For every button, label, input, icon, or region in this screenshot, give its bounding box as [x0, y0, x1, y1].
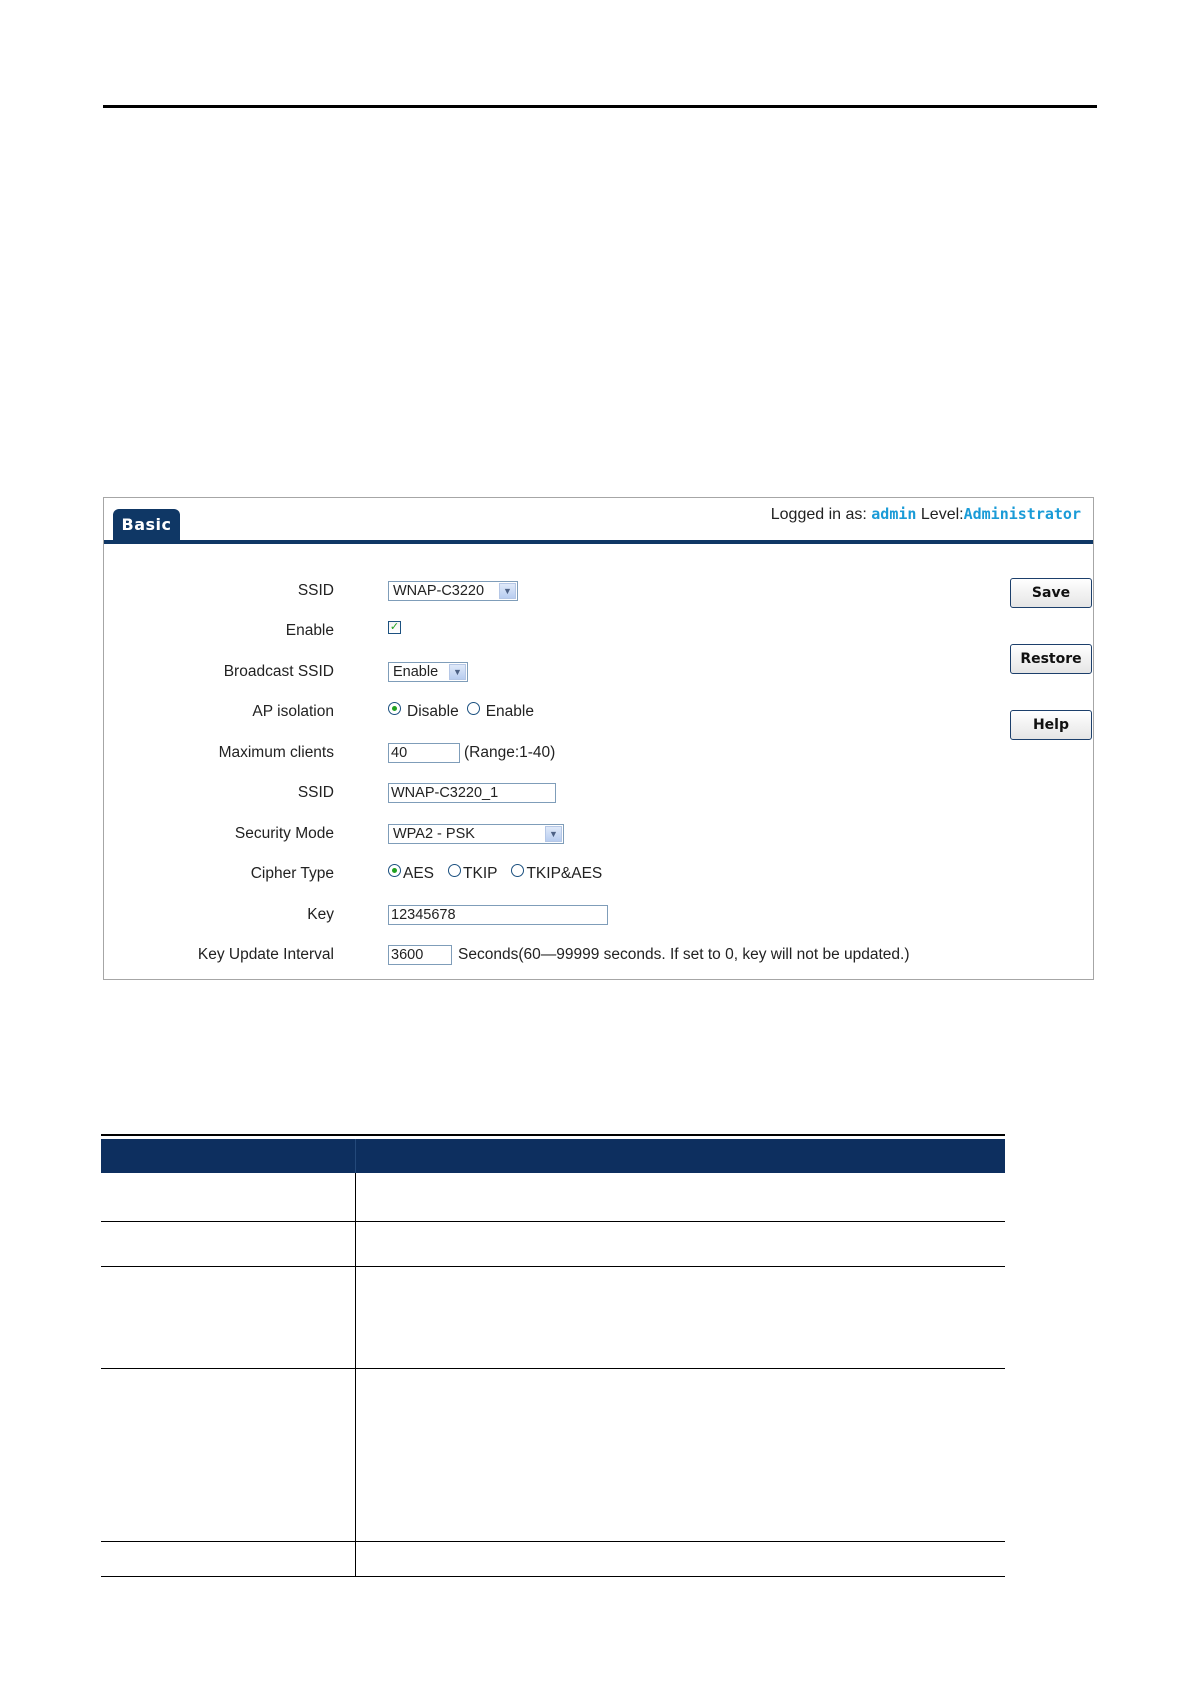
table-row	[101, 1173, 1005, 1222]
cipher-tkip-radio[interactable]	[448, 864, 462, 877]
level-prefix: Level:	[920, 506, 964, 523]
cipher-aes-radio[interactable]	[388, 864, 401, 877]
max-clients-input[interactable]: 40	[388, 743, 460, 763]
basic-settings-panel: Basic Logged in as: admin Level:Administ…	[103, 497, 1094, 980]
ap-isolation-label: AP isolation	[252, 703, 334, 720]
cipher-aes-label: AES	[403, 865, 435, 882]
restore-button[interactable]: Restore	[1010, 644, 1092, 674]
chevron-down-icon: ▼	[449, 664, 466, 680]
broadcast-ssid-value: Enable	[393, 664, 439, 680]
chevron-down-icon: ▼	[545, 826, 562, 842]
broadcast-ssid-select[interactable]: Enable ▼	[388, 662, 468, 682]
table-row	[101, 1267, 1005, 1369]
ap-isolation-enable-radio[interactable]	[466, 702, 480, 715]
security-mode-label: Security Mode	[234, 825, 334, 842]
tab-basic[interactable]: Basic	[113, 509, 180, 542]
ssid-select-label: SSID	[297, 582, 334, 599]
security-mode-value: WPA2 - PSK	[393, 826, 475, 842]
login-level: Administrator	[963, 505, 1081, 523]
key-update-interval-hint: Seconds(60—99999 seconds. If set to 0, k…	[458, 946, 910, 963]
ssid-select-value: WNAP-C3220	[393, 583, 485, 599]
cipher-tkip-label: TKIP	[463, 865, 498, 882]
cipher-type-label: Cipher Type	[250, 865, 334, 882]
broadcast-ssid-label: Broadcast SSID	[223, 663, 334, 680]
key-update-interval-input[interactable]: 3600	[388, 945, 452, 965]
login-prefix: Logged in as:	[770, 506, 867, 523]
enable-checkbox[interactable]: ✓	[388, 620, 401, 634]
table-header	[101, 1139, 1005, 1173]
cipher-tkip-aes-radio[interactable]	[511, 864, 525, 877]
ap-isolation-disable-label: Disable	[407, 703, 459, 720]
table-column-divider	[355, 1173, 356, 1577]
ap-isolation-disable-radio[interactable]	[388, 702, 401, 715]
check-icon: ✓	[389, 620, 400, 633]
max-clients-hint: (Range:1-40)	[464, 744, 556, 761]
table-header-divider	[355, 1139, 356, 1173]
ssid-select[interactable]: WNAP-C3220 ▼	[388, 581, 518, 601]
table-row	[101, 1542, 1005, 1577]
enable-label: Enable	[285, 622, 334, 639]
page-top-rule	[103, 105, 1097, 108]
chevron-down-icon: ▼	[499, 583, 516, 599]
ssid-text-label: SSID	[297, 784, 334, 801]
table-row	[101, 1222, 1005, 1267]
max-clients-label: Maximum clients	[218, 744, 334, 761]
table-row	[101, 1369, 1005, 1542]
key-label: Key	[307, 906, 334, 923]
tab-underline	[104, 540, 1093, 544]
help-button[interactable]: Help	[1010, 710, 1092, 740]
security-mode-select[interactable]: WPA2 - PSK ▼	[388, 824, 564, 844]
key-update-interval-label: Key Update Interval	[197, 946, 334, 963]
key-input[interactable]: 12345678	[388, 905, 608, 925]
ssid-input[interactable]: WNAP-C3220_1	[388, 783, 556, 803]
table-top-rule	[101, 1134, 1005, 1136]
cipher-tkip-aes-label: TKIP&AES	[526, 865, 603, 882]
ap-isolation-enable-label: Enable	[485, 703, 534, 720]
save-button[interactable]: Save	[1010, 578, 1092, 608]
login-info: Logged in as: admin Level:Administrator	[771, 505, 1081, 524]
login-user: admin	[871, 505, 917, 523]
